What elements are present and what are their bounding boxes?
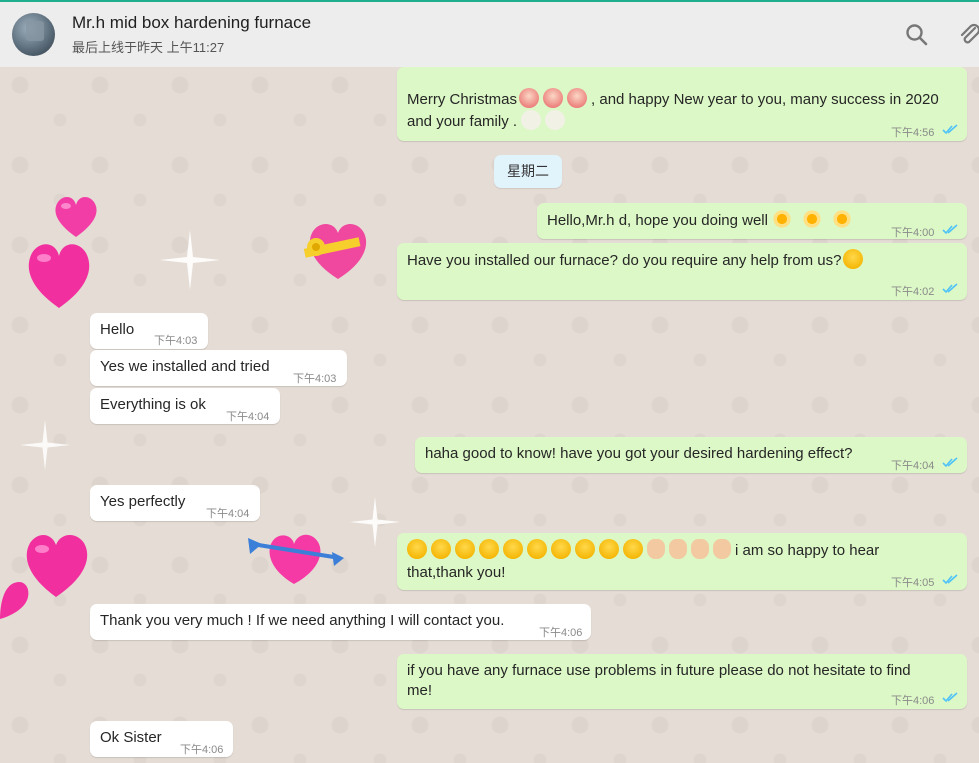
grinning-emoji xyxy=(479,539,499,559)
message-text: Hello xyxy=(100,321,135,338)
message-text: Hello,Mr.h d, hope you doing well xyxy=(547,212,768,229)
incoming-message[interactable]: Ok Sister 下午4:06 xyxy=(90,721,233,757)
heart-sticker xyxy=(55,196,97,237)
grinning-emoji xyxy=(431,539,451,559)
chat-header: Mr.h mid box hardening furnace 最后上线于昨天 上… xyxy=(0,0,979,67)
heart-sticker xyxy=(28,244,90,308)
message-text: Everything is ok xyxy=(100,396,206,413)
flexed-biceps-emoji xyxy=(691,539,709,559)
heart-sticker xyxy=(0,581,29,619)
message-time: 下午4:02 xyxy=(891,286,935,298)
outgoing-message[interactable]: haha good to know! have you got your des… xyxy=(415,437,967,473)
outgoing-message[interactable]: if you have any furnace use problems in … xyxy=(397,654,967,709)
message-time: 下午4:05 xyxy=(891,577,935,589)
sun-emoji xyxy=(771,209,792,229)
outgoing-message[interactable]: Have you installed our furnace? do you r… xyxy=(397,243,967,300)
incoming-message[interactable]: Thank you very much ! If we need anythin… xyxy=(90,604,591,640)
arrow-heart-sticker xyxy=(248,534,344,584)
message-time: 下午4:06 xyxy=(539,627,583,639)
message-time: 下午4:56 xyxy=(891,127,935,139)
grinning-emoji xyxy=(575,539,595,559)
outgoing-message[interactable]: Hello,Mr.h d, hope you doing well 下午4:00 xyxy=(537,203,967,239)
double-check-icon xyxy=(942,574,958,585)
sparkle-sticker xyxy=(20,420,70,470)
last-seen-status: 最后上线于昨天 上午11:27 xyxy=(72,40,225,55)
grinning-emoji xyxy=(455,539,475,559)
message-text: me! xyxy=(407,682,433,699)
double-check-icon xyxy=(942,124,958,135)
flexed-biceps-emoji xyxy=(713,539,731,559)
message-text: Have you installed our furnace? do you r… xyxy=(407,252,842,269)
santa-emoji xyxy=(519,88,540,108)
sun-emoji xyxy=(831,209,852,229)
whatsapp-chat-window: Mr.h mid box hardening furnace 最后上线于昨天 上… xyxy=(0,0,979,763)
message-time: 下午4:03 xyxy=(293,373,337,385)
message-text: haha good to know! have you got your des… xyxy=(425,445,853,462)
double-check-icon xyxy=(942,457,958,468)
contact-name[interactable]: Mr.h mid box hardening furnace xyxy=(72,13,311,33)
grinning-emoji xyxy=(407,539,427,559)
smiling-emoji xyxy=(843,249,864,269)
date-divider: 星期二 xyxy=(494,155,562,188)
message-time: 下午4:04 xyxy=(206,508,250,520)
grinning-emoji xyxy=(599,539,619,559)
sparkle-sticker xyxy=(160,230,220,290)
flexed-biceps-emoji xyxy=(647,539,665,559)
message-text: and your family . xyxy=(407,113,518,130)
message-time: 下午4:06 xyxy=(891,695,935,707)
grinning-emoji xyxy=(551,539,571,559)
double-check-icon xyxy=(942,283,958,294)
snowman-emoji xyxy=(521,110,542,130)
message-text: Yes perfectly xyxy=(100,493,186,510)
incoming-message[interactable]: Yes we installed and tried 下午4:03 xyxy=(90,350,347,386)
grinning-emoji xyxy=(623,539,643,559)
snowman-emoji xyxy=(545,110,566,130)
message-text: if you have any furnace use problems in … xyxy=(407,662,911,679)
message-time: 下午4:04 xyxy=(226,411,270,423)
message-time: 下午4:00 xyxy=(891,227,935,239)
paperclip-icon[interactable] xyxy=(957,22,979,48)
contact-avatar[interactable] xyxy=(12,13,55,56)
incoming-message[interactable]: Hello 下午4:03 xyxy=(90,313,208,349)
message-text: i am so happy to hear xyxy=(735,542,880,559)
gift-heart-sticker xyxy=(303,224,367,279)
message-text: Yes we installed and tried xyxy=(100,358,270,375)
sun-emoji xyxy=(801,209,822,229)
message-time: 下午4:06 xyxy=(180,744,224,756)
grinning-emoji xyxy=(527,539,547,559)
incoming-message[interactable]: Yes perfectly 下午4:04 xyxy=(90,485,260,521)
incoming-message[interactable]: Everything is ok 下午4:04 xyxy=(90,388,280,424)
message-time: 下午4:04 xyxy=(891,460,935,472)
message-text: Merry Christmas xyxy=(407,91,518,108)
outgoing-message[interactable]: Merry Christmas, and happy New year to y… xyxy=(397,67,967,141)
sparkle-sticker xyxy=(350,497,400,547)
message-time: 下午4:03 xyxy=(154,335,198,347)
double-check-icon xyxy=(942,692,958,703)
outgoing-message[interactable]: i am so happy to hear that,thank you! 下午… xyxy=(397,533,967,590)
search-icon[interactable] xyxy=(904,22,930,48)
santa-emoji xyxy=(567,88,588,108)
santa-emoji xyxy=(543,88,564,108)
message-text: that,thank you! xyxy=(407,564,506,581)
flexed-biceps-emoji xyxy=(669,539,687,559)
message-text: Ok Sister xyxy=(100,729,162,746)
message-text: Thank you very much ! If we need anythin… xyxy=(100,612,505,629)
double-check-icon xyxy=(942,224,958,235)
grinning-emoji xyxy=(503,539,523,559)
heart-sticker xyxy=(26,534,88,597)
